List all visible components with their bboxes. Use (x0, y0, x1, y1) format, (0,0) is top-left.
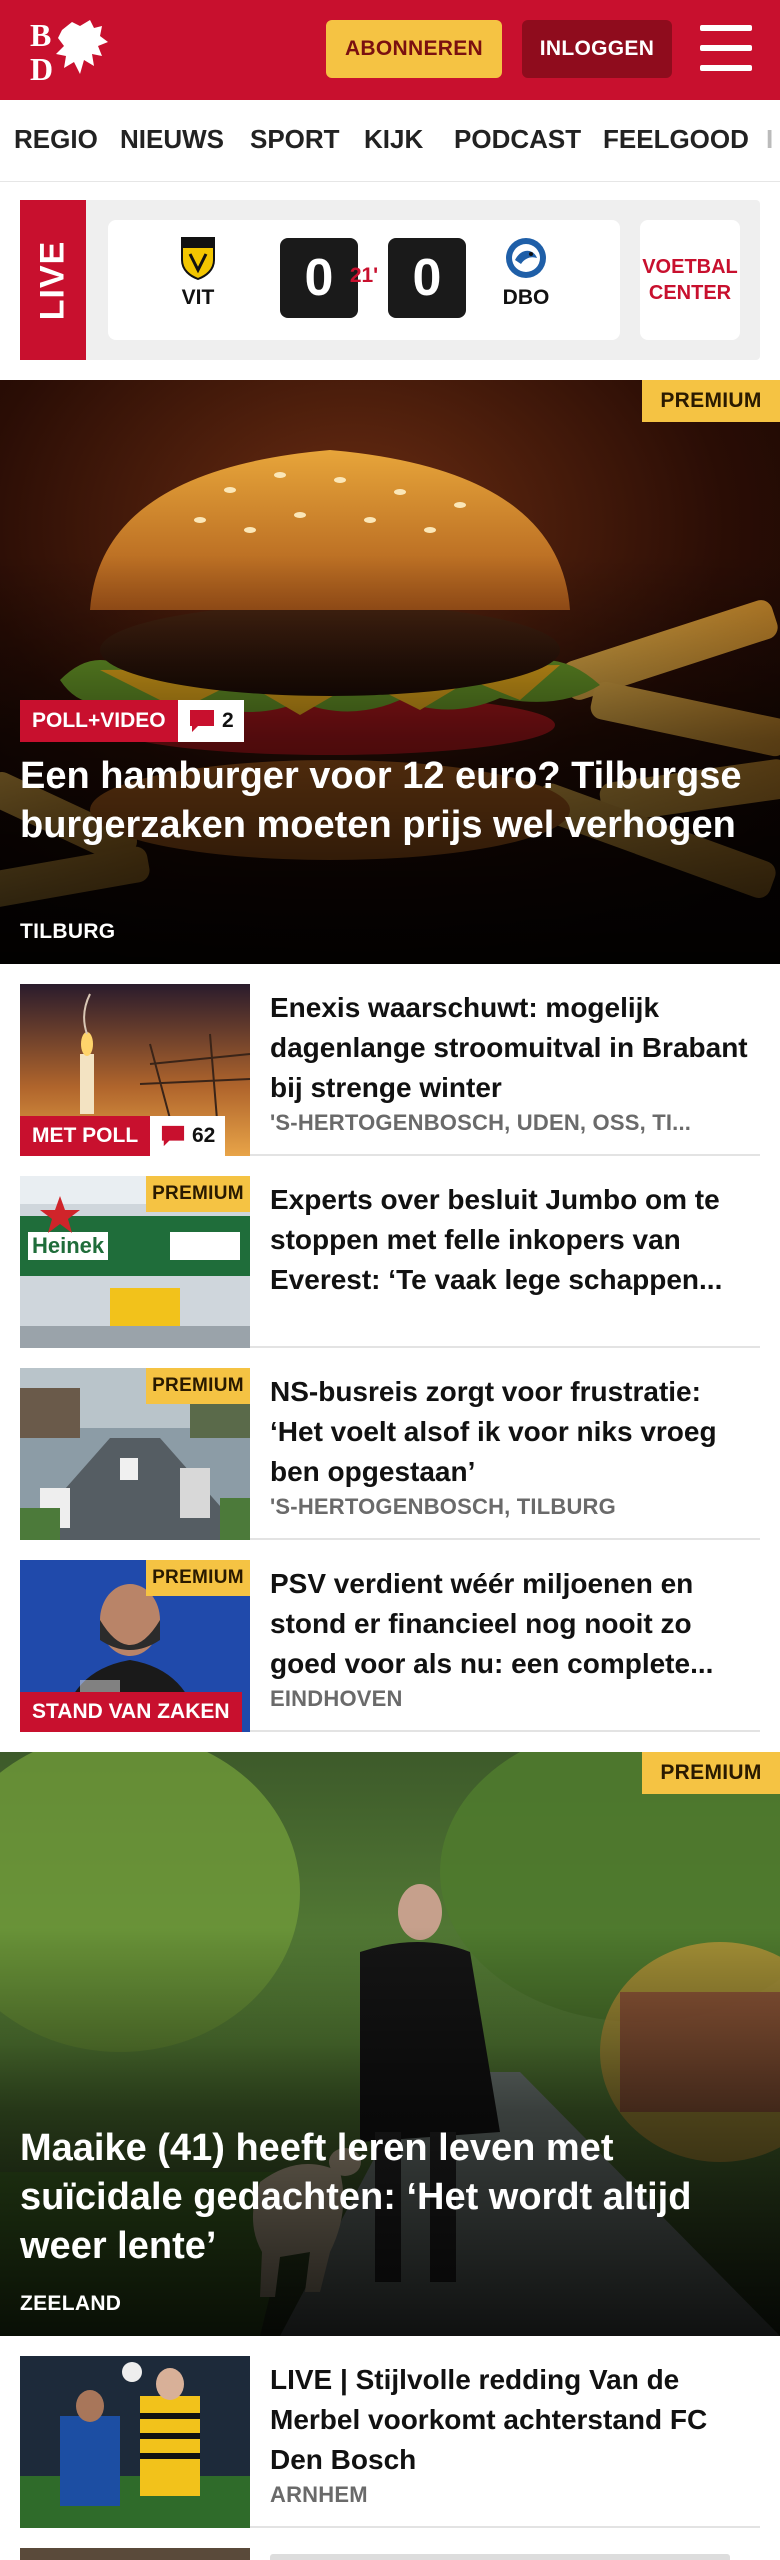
featured-article-location: TILBURG (20, 920, 116, 943)
bd-logo[interactable]: B D (28, 16, 112, 87)
featured-article-location: ZEELAND (20, 2292, 122, 2315)
fc-den-bosch-crest-icon (506, 238, 546, 278)
article-location: ARNHEM (270, 2482, 368, 2507)
featured-article-title[interactable]: Een hamburger voor 12 euro? Tilburgse bu… (20, 752, 750, 850)
subscribe-button[interactable]: ABONNEREN (326, 20, 502, 78)
article-thumbnail: PREMIUM (20, 1368, 250, 1540)
live-score-widget: LIVE VIT 0 21' 0 DBO VOETBAL CENTER (20, 200, 760, 360)
article-title[interactable]: NS-busreis zorgt voor frustratie: ‘Het v… (270, 1372, 760, 1492)
featured-article-title[interactable]: Maaike (41) heeft leren leven met suïcid… (20, 2124, 750, 2271)
nav-item-sport[interactable]: SPORT (250, 124, 340, 155)
stand-van-zaken-label: STAND VAN ZAKEN (20, 1692, 242, 1732)
premium-badge: PREMIUM (146, 1560, 250, 1596)
match-minute: 21' (349, 264, 379, 287)
article-title[interactable]: Enexis waarschuwt: mogelijk dagenlange s… (270, 988, 760, 1108)
article-thumbnail: MET POLL 62 (20, 984, 250, 1156)
article-title[interactable]: PSV verdient wéér miljoenen en stond er … (270, 1564, 760, 1684)
login-button[interactable]: INLOGGEN (522, 20, 672, 78)
away-score: 0 (388, 238, 466, 318)
article-location: 'S-HERTOGENBOSCH, UDEN, OSS, TI... (270, 1110, 692, 1135)
premium-badge: PREMIUM (146, 1368, 250, 1404)
nav-item-feelgood[interactable]: FEELGOOD (603, 124, 749, 155)
live-match-card[interactable]: VIT 0 21' 0 DBO (108, 220, 620, 340)
article-location: 'S-HERTOGENBOSCH, TILBURG (270, 1494, 616, 1519)
main-nav: REGIO NIEUWS SPORT KIJK PODCAST FEELGOOD… (0, 100, 780, 182)
home-team: VIT (158, 236, 238, 310)
nav-item-podcast[interactable]: PODCAST (454, 124, 581, 155)
article-location: EINDHOVEN (270, 1686, 403, 1711)
comment-count-badge[interactable]: 2 (178, 700, 244, 742)
poll-video-badge: POLL+VIDEO (20, 700, 178, 742)
article-title[interactable]: Experts over besluit Jumbo om te stoppen… (270, 1180, 760, 1300)
poll-label: MET POLL (20, 1116, 151, 1156)
svg-text:B: B (30, 17, 51, 53)
nav-item-nieuws[interactable]: NIEUWS (120, 124, 224, 155)
comment-count-badge[interactable]: 62 (150, 1116, 226, 1156)
nav-item-regio[interactable]: REGIO (14, 124, 98, 155)
voetbal-center-button[interactable]: VOETBAL CENTER (640, 220, 740, 340)
site-header: B D ABONNEREN INLOGGEN (0, 0, 780, 100)
premium-badge: PREMIUM (642, 380, 780, 422)
away-team: DBO (486, 236, 566, 310)
away-team-abbr: DBO (502, 286, 550, 309)
comment-count: 62 (192, 1124, 216, 1147)
svg-text:Heinek: Heinek (32, 1233, 105, 1258)
svg-text:D: D (30, 51, 53, 84)
hamburger-menu-icon[interactable] (700, 25, 752, 71)
article-thumbnail (20, 2356, 250, 2528)
article-title[interactable]: LIVE | Stijlvolle redding Van de Merbel … (270, 2360, 760, 2480)
article-row[interactable]: Heinek PREMIUM Experts over besluit Jumb… (20, 1176, 760, 1348)
next-article-title-peek (270, 2548, 750, 2560)
football-match-photo (20, 2356, 250, 2528)
comment-icon (161, 1125, 185, 1147)
article-thumbnail: PREMIUM STAND VAN ZAKEN (20, 1560, 250, 1732)
premium-badge: PREMIUM (146, 1176, 250, 1212)
live-tag: LIVE (20, 200, 86, 360)
next-article-thumbnail-peek (20, 2548, 250, 2560)
nav-item-overflow[interactable]: I (766, 124, 773, 155)
featured-article-maaike[interactable]: PREMIUM Maaike (41) heeft leren leven me… (0, 1752, 780, 2336)
article-row[interactable]: MET POLL 62 Enexis waarschuwt: mogelijk … (20, 984, 760, 1156)
comment-icon (190, 710, 214, 732)
comment-count: 2 (222, 709, 234, 732)
premium-badge: PREMIUM (642, 1752, 780, 1794)
article-thumbnail: Heinek PREMIUM (20, 1176, 250, 1348)
article-row[interactable]: PREMIUM NS-busreis zorgt voor frustratie… (20, 1368, 760, 1540)
nav-item-kijk[interactable]: KIJK (364, 124, 423, 155)
home-team-abbr: VIT (181, 286, 215, 309)
featured-article-hamburger[interactable]: PREMIUM POLL+VIDEO 2 Een hamburger voor … (0, 380, 780, 964)
vitesse-crest-icon (181, 237, 215, 280)
article-row[interactable]: PREMIUM STAND VAN ZAKEN PSV verdient wéé… (20, 1560, 760, 1732)
article-row[interactable]: LIVE | Stijlvolle redding Van de Merbel … (20, 2356, 760, 2528)
